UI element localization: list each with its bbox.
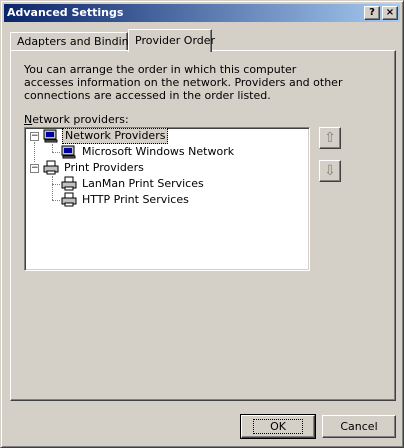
tab-provider-order[interactable]: Provider Order <box>128 29 215 52</box>
advanced-settings-dialog: Advanced Settings ? × Adapters and Bindi… <box>0 0 404 448</box>
collapse-toggle[interactable]: − <box>30 132 39 141</box>
tree-node-label: LanMan Print Services <box>82 177 204 190</box>
tree-node-label: HTTP Print Services <box>82 193 189 206</box>
window-title: Advanced Settings <box>7 6 124 19</box>
network-computer-icon <box>43 128 59 144</box>
tree-connector <box>34 142 35 162</box>
ok-button[interactable]: OK <box>240 414 316 439</box>
provider-order-panel: You can arrange the order in which this … <box>10 50 396 401</box>
tree-connector <box>52 152 60 153</box>
printer-icon <box>61 176 77 192</box>
printer-icon <box>61 192 77 208</box>
tree-node-label: Print Providers <box>64 161 144 174</box>
tree-connector <box>52 184 60 185</box>
close-button[interactable]: × <box>382 6 398 20</box>
title-bar[interactable]: Advanced Settings ? × <box>4 4 400 22</box>
tree-connector <box>52 200 60 201</box>
move-up-button[interactable]: ⇧ <box>319 127 341 149</box>
help-button[interactable]: ? <box>364 6 380 20</box>
tab-adapters-and-bindings[interactable]: Adapters and Bindings <box>10 32 141 51</box>
network-computer-icon <box>61 144 77 160</box>
arrow-up-icon: ⇧ <box>324 130 336 146</box>
arrow-down-icon: ⇩ <box>324 163 336 179</box>
tree-connector <box>52 176 53 200</box>
move-down-button[interactable]: ⇩ <box>319 160 341 182</box>
network-providers-label: Network providers: <box>24 113 129 126</box>
accelerator-key: N <box>24 113 33 126</box>
printer-icon <box>43 160 59 176</box>
description-text: You can arrange the order in which this … <box>24 63 343 102</box>
collapse-toggle[interactable]: − <box>30 164 39 173</box>
providers-tree[interactable]: − Network Providers Microsoft Windows Ne… <box>24 127 310 271</box>
cancel-button[interactable]: Cancel <box>322 415 396 438</box>
tree-connector <box>52 144 53 152</box>
tree-node-label: Network Providers <box>62 128 169 144</box>
tree-node-label: Microsoft Windows Network <box>82 145 235 158</box>
